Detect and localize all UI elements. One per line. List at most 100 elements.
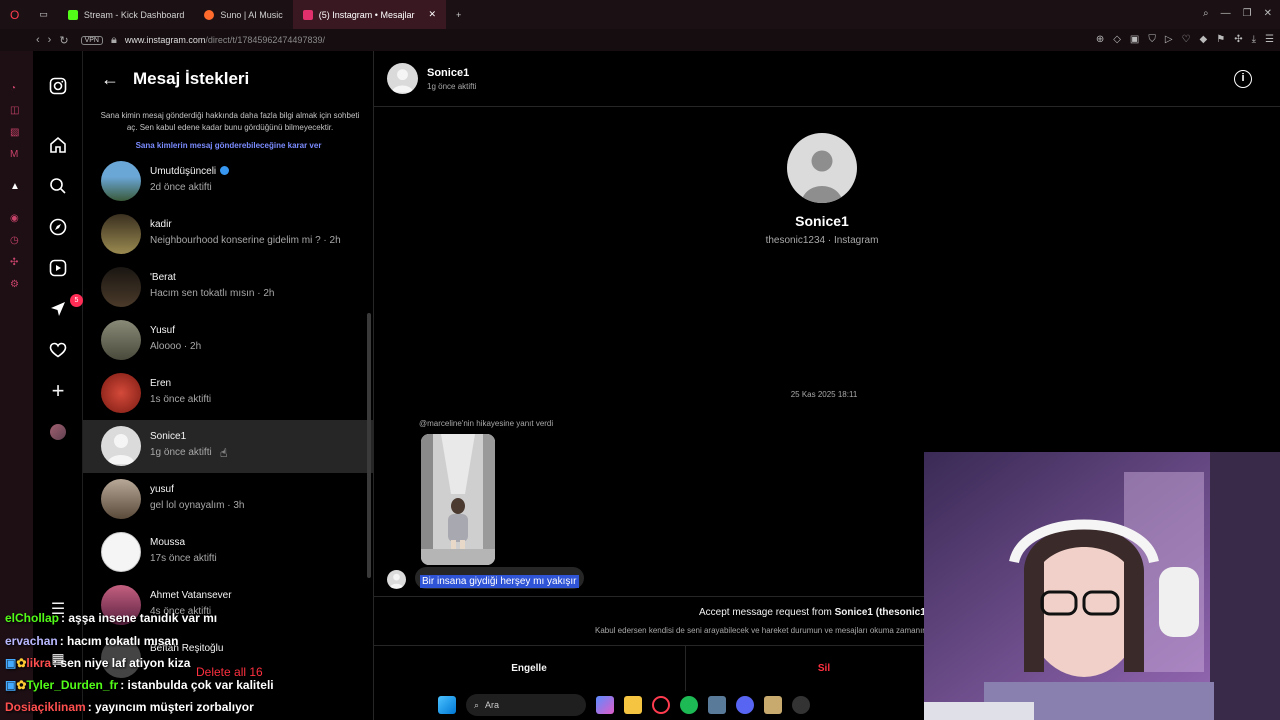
windows-start-icon[interactable] [438, 696, 456, 714]
search-tabs-icon[interactable]: ⌕ [1203, 8, 1209, 19]
file-explorer-icon[interactable] [624, 696, 642, 714]
messages-icon[interactable]: 5 [46, 294, 83, 321]
message-controls-link[interactable]: Sana kimlerin mesaj gönderebileceğine ka… [83, 141, 374, 150]
extensions-sidebar-icon[interactable]: ✣ [10, 257, 18, 268]
opera-logo-icon: O [10, 7, 20, 22]
new-tab-button[interactable]: + [446, 0, 471, 29]
chat-badge-icon: ▣ [5, 656, 17, 670]
conversation-header: Sonice1 1g önce aktifti i [374, 51, 1280, 107]
back-arrow-icon[interactable]: ← [101, 69, 119, 90]
reload-icon[interactable]: ↻ [59, 34, 68, 47]
tab-kick[interactable]: Stream - Kick Dashboard [58, 0, 195, 29]
settings-icon[interactable]: ⚙ [10, 279, 19, 290]
aria-icon[interactable]: ◔ [10, 83, 16, 94]
message-bubble[interactable]: Bir insana giydiği herşey mı yakışır [415, 567, 584, 589]
request-item[interactable]: 'Berat Hacım sen tokatlı mısın · 2h [83, 261, 374, 314]
conversation-status: 1g önce aktifti [427, 82, 477, 91]
verified-badge-icon [220, 165, 230, 175]
stream-chat-message: ▣✿likra: sen niye laf atiyon kiza [5, 656, 191, 670]
history-icon[interactable]: ◷ [10, 235, 19, 246]
maximize-icon[interactable]: ❐ [1243, 8, 1252, 19]
zoom-icon[interactable]: ⊕ [1096, 34, 1104, 45]
tabs-icon: ▭ [39, 9, 48, 19]
webcam-overlay [924, 452, 1280, 720]
kick-sidebar-icon[interactable]: ▲ [10, 181, 20, 192]
player-icon[interactable]: ◉ [10, 213, 19, 224]
search-icon[interactable] [46, 174, 70, 198]
reels-icon[interactable] [46, 256, 70, 280]
tab-instagram[interactable]: (5) Instagram • Mesajlar ✕ [292, 0, 447, 29]
block-button[interactable]: Engelle [374, 646, 684, 691]
extension-icon[interactable]: ◆ [1200, 34, 1208, 45]
avatar [101, 267, 141, 307]
bookmark-icon[interactable]: ◇ [1113, 34, 1121, 45]
request-item[interactable]: kadir Neighbourhood konserine gidelim mi … [83, 208, 374, 261]
spotify-icon[interactable] [680, 696, 698, 714]
translate-icon[interactable]: ⚑ [1216, 34, 1225, 45]
create-icon[interactable]: + [46, 378, 70, 403]
obs-icon[interactable] [792, 696, 810, 714]
download-icon[interactable]: ⤓ [1252, 34, 1256, 45]
request-item[interactable]: Yusuf Aloooo · 2h [83, 314, 374, 367]
stream-chat-message: elChollap: aşşa insene tanıdık var mı [5, 611, 218, 625]
suno-icon [204, 9, 215, 20]
menu-icon[interactable]: ☰ [1265, 34, 1274, 45]
accept-request-info: Kabul edersen kendisi de seni arayabilec… [595, 626, 975, 635]
opera-menu[interactable]: O [0, 0, 29, 29]
cursor-icon: ☝︎ [220, 446, 228, 460]
instagram-logo-icon[interactable] [46, 74, 70, 98]
tab-workspaces[interactable]: ▭ [29, 0, 58, 29]
league-icon[interactable] [764, 696, 782, 714]
bag-icon[interactable]: ◫ [10, 105, 19, 116]
copilot-icon[interactable] [596, 696, 614, 714]
shield-icon[interactable]: ⛉ [1148, 34, 1156, 45]
tab-suno[interactable]: Suno | AI Music [194, 0, 292, 29]
avatar [101, 161, 141, 201]
request-item[interactable]: Moussa 17s önce aktifti [83, 526, 374, 579]
heart-icon[interactable]: ♡ [1182, 34, 1191, 45]
request-item-selected[interactable]: Sonice1 1g önce aktifti ☝︎ [83, 420, 374, 473]
accept-request-text: Accept message request from Sonice1 (the… [699, 607, 946, 618]
profile-handle: thesonic1234 · Instagram [765, 235, 879, 246]
url-field[interactable]: www.instagram.com/direct/t/1784596247449… [125, 35, 325, 45]
explore-icon[interactable] [46, 215, 70, 239]
delete-all-link[interactable]: Delete all 16 [196, 665, 263, 679]
discord-icon[interactable] [736, 696, 754, 714]
request-item[interactable]: yusuf gel lol oynayalım · 3h [83, 473, 374, 526]
notifications-icon[interactable] [46, 338, 70, 362]
story-reply-label: @marceline'nin hikayesine yanıt verdi [419, 419, 554, 428]
mail-icon[interactable]: M [10, 149, 18, 160]
snapshot-icon[interactable]: ▣ [1130, 34, 1139, 45]
chat-badge-icon: ✿ [16, 656, 27, 670]
lock-icon: 🔒︎ [110, 33, 117, 46]
taskbar-search[interactable]: ⌕ Ara [466, 694, 586, 716]
home-icon[interactable] [46, 133, 70, 157]
vpn-badge[interactable]: VPN [80, 35, 103, 45]
forward-icon[interactable]: › [48, 34, 52, 46]
requests-info-text: Sana kimin mesaj gönderdiği hakkında dah… [100, 111, 360, 132]
avatar [101, 373, 141, 413]
back-icon[interactable]: ‹ [36, 34, 40, 46]
profile-avatar-large[interactable] [787, 133, 857, 203]
close-tab-icon[interactable]: ✕ [428, 9, 436, 20]
avatar [101, 320, 141, 360]
puzzle-icon[interactable]: ✣ [1234, 34, 1242, 45]
delete-button[interactable]: Sil [685, 646, 962, 691]
minimize-icon[interactable]: — [1221, 8, 1231, 19]
play-icon[interactable]: ▷ [1165, 34, 1173, 45]
profile-avatar[interactable] [46, 420, 70, 444]
close-window-icon[interactable]: ✕ [1264, 8, 1272, 19]
story-thumbnail[interactable] [421, 434, 495, 565]
requests-scrollbar[interactable] [367, 313, 371, 578]
message-timestamp: 25 Kas 2025 18:11 [790, 390, 858, 399]
opera-taskbar-icon[interactable] [652, 696, 670, 714]
request-item[interactable]: Eren 1s önce aktifti [83, 367, 374, 420]
stream-chat-message: ervachan: hacım tokatlı mısan [5, 634, 179, 648]
avatar[interactable] [387, 63, 418, 94]
sidebar-app-icon[interactable]: ▧ [10, 127, 19, 138]
conversation-name[interactable]: Sonice1 [427, 67, 469, 79]
info-icon[interactable]: i [1234, 70, 1252, 88]
app-icon[interactable] [708, 696, 726, 714]
request-item[interactable]: Umutdüşünceli 2d önce aktifti [83, 155, 374, 208]
window-controls: ⌕ — ❐ ✕ [1203, 8, 1272, 19]
